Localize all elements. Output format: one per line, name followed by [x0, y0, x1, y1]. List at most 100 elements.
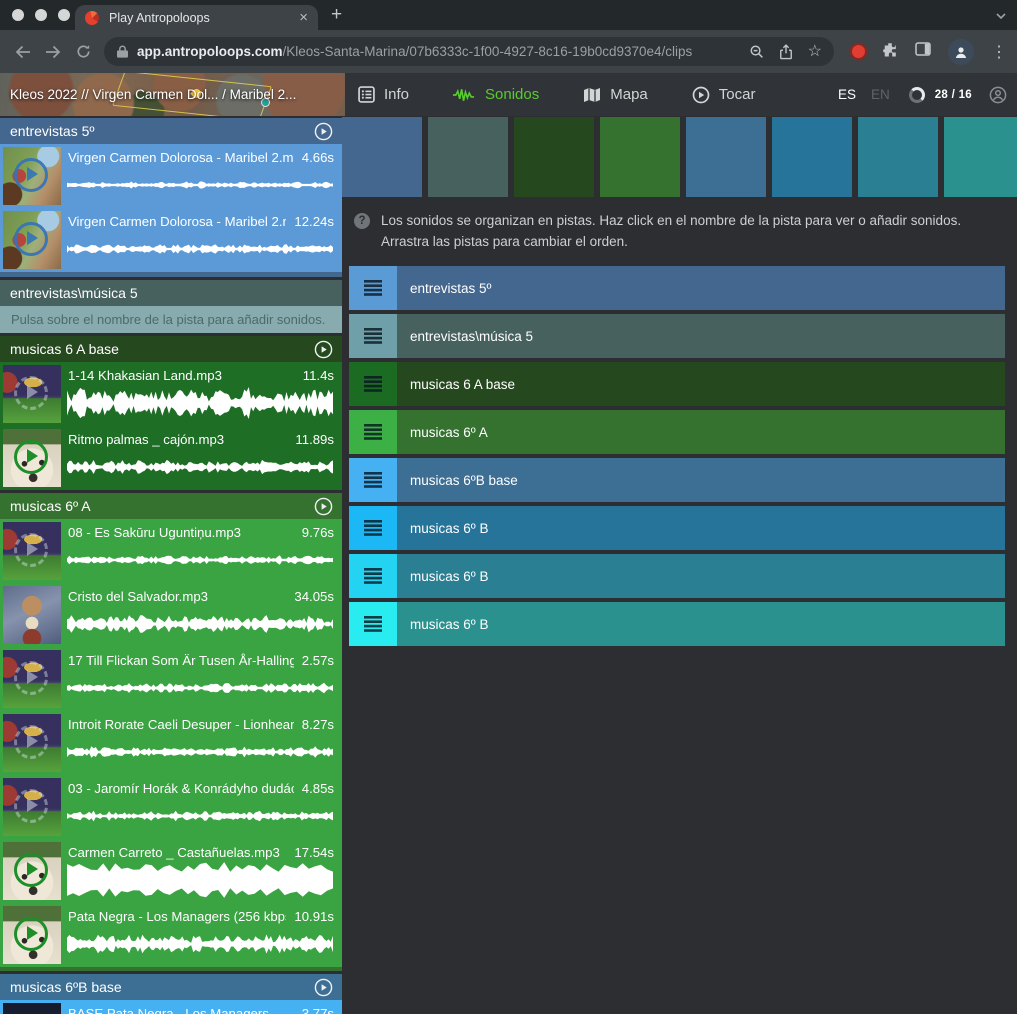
clip-filename[interactable]: Pata Negra - Los Managers (256 kbps).mp3: [68, 909, 286, 924]
clip-play-button-icon[interactable]: [14, 917, 48, 951]
minimize-window-icon[interactable]: [35, 9, 47, 21]
track-row[interactable]: musicas 6º B: [349, 602, 1005, 646]
nav-tab-info[interactable]: Info: [358, 86, 409, 103]
clip-filename[interactable]: Virgen Carmen Dolorosa - Maribel 2.mp3: [68, 150, 294, 165]
track-drag-handle-icon[interactable]: [349, 554, 397, 598]
track-name-button[interactable]: musicas 6º B: [397, 554, 1005, 598]
reload-icon[interactable]: [68, 37, 98, 67]
clip-play-button-icon[interactable]: [14, 533, 48, 567]
nav-tab-tocar[interactable]: Tocar: [692, 86, 756, 104]
clip-play-button-icon[interactable]: [14, 440, 48, 474]
clip-waveform[interactable]: [67, 230, 333, 268]
track-drag-handle-icon[interactable]: [349, 506, 397, 550]
sidebar-track-header[interactable]: entrevistas\música 5: [0, 280, 342, 306]
sound-clip[interactable]: Virgen Carmen Dolorosa - Maribel 2.mp34.…: [0, 144, 342, 208]
track-name-button[interactable]: musicas 6º B: [397, 506, 1005, 550]
sidebar-track-header[interactable]: musicas 6ºB base: [0, 974, 342, 1000]
clip-play-button-icon[interactable]: [14, 789, 48, 823]
track-drag-handle-icon[interactable]: [349, 314, 397, 358]
clip-play-button-icon[interactable]: [14, 222, 48, 256]
track-name-button[interactable]: musicas 6º A: [397, 410, 1005, 454]
side-panel-icon[interactable]: [915, 41, 931, 62]
language-en-button[interactable]: EN: [871, 87, 890, 102]
sound-clip[interactable]: Ritmo palmas _ cajón.mp311.89s: [0, 426, 342, 490]
track-color-square-7[interactable]: [858, 117, 938, 197]
recording-extension-icon[interactable]: [852, 45, 865, 58]
sound-clip[interactable]: 17 Till Flickan Som Är Tusen År-Halling …: [0, 647, 342, 711]
track-row[interactable]: musicas 6º B: [349, 554, 1005, 598]
track-name-button[interactable]: musicas 6ºB base: [397, 458, 1005, 502]
clip-waveform[interactable]: [67, 384, 333, 422]
clip-thumbnail[interactable]: [3, 211, 61, 269]
track-row[interactable]: entrevistas\música 5: [349, 314, 1005, 358]
track-name-button[interactable]: entrevistas\música 5: [397, 314, 1005, 358]
clip-thumbnail[interactable]: [3, 714, 61, 772]
sound-clip[interactable]: Carmen Carreto _ Castañuelas.mp317.54s: [0, 839, 342, 903]
clip-filename[interactable]: 03 - Jaromír Horák & Konrádyho dudácká .…: [68, 781, 294, 796]
forward-icon[interactable]: [38, 37, 68, 67]
clip-thumbnail[interactable]: [3, 429, 61, 487]
language-es-button[interactable]: ES: [838, 87, 856, 102]
bookmark-star-icon[interactable]: ☆: [808, 44, 822, 60]
clip-play-button-icon[interactable]: [14, 158, 48, 192]
clip-play-button-icon[interactable]: [14, 725, 48, 759]
extensions-puzzle-icon[interactable]: [882, 41, 898, 62]
clip-thumbnail[interactable]: [3, 778, 61, 836]
sidebar-track-header[interactable]: entrevistas 5º: [0, 118, 342, 144]
sidebar-track-header[interactable]: musicas 6 A base: [0, 336, 342, 362]
sound-clip[interactable]: 08 - Es Sakūru Uguntiņu.mp39.76s: [0, 519, 342, 583]
track-color-square-8[interactable]: [944, 117, 1017, 197]
browser-menu-kebab-icon[interactable]: ⋮: [991, 42, 1007, 62]
track-row[interactable]: musicas 6ºB base: [349, 458, 1005, 502]
browser-tab[interactable]: Play Antropoloops ×: [75, 5, 318, 30]
clip-filename[interactable]: 17 Till Flickan Som Är Tusen År-Halling …: [68, 653, 294, 668]
account-icon[interactable]: [989, 86, 1007, 104]
track-play-button-icon[interactable]: [314, 497, 333, 516]
clip-filename[interactable]: Ritmo palmas _ cajón.mp3: [68, 432, 287, 447]
clip-thumbnail[interactable]: [3, 1003, 61, 1014]
track-color-square-6[interactable]: [772, 117, 852, 197]
clip-filename[interactable]: Carmen Carreto _ Castañuelas.mp3: [68, 845, 286, 860]
clip-waveform[interactable]: [67, 925, 333, 963]
clip-thumbnail[interactable]: [3, 147, 61, 205]
clip-waveform[interactable]: [67, 448, 333, 486]
clip-waveform[interactable]: [67, 861, 333, 899]
tab-search-chevron-icon[interactable]: [995, 9, 1007, 27]
track-color-square-3[interactable]: [514, 117, 594, 197]
close-window-icon[interactable]: [12, 9, 24, 21]
track-row[interactable]: entrevistas 5º: [349, 266, 1005, 310]
clip-thumbnail[interactable]: [3, 906, 61, 964]
lock-icon[interactable]: [117, 45, 128, 58]
clip-waveform[interactable]: [67, 166, 333, 204]
track-color-square-4[interactable]: [600, 117, 680, 197]
sound-clip[interactable]: 03 - Jaromír Horák & Konrádyho dudácká .…: [0, 775, 342, 839]
zoom-level-icon[interactable]: [749, 44, 764, 59]
clip-play-button-icon[interactable]: [14, 661, 48, 695]
track-row[interactable]: musicas 6º A: [349, 410, 1005, 454]
clip-filename[interactable]: Cristo del Salvador.mp3: [68, 589, 286, 604]
track-play-button-icon[interactable]: [314, 122, 333, 141]
sound-clip[interactable]: Introit Rorate Caeli Desuper - Lionheart…: [0, 711, 342, 775]
clip-filename[interactable]: Virgen Carmen Dolorosa - Maribel 2.mp3: [68, 214, 286, 229]
sound-clip[interactable]: Pata Negra - Los Managers (256 kbps).mp3…: [0, 903, 342, 967]
clip-play-button-icon[interactable]: [14, 376, 48, 410]
clip-thumbnail[interactable]: [3, 522, 61, 580]
clip-filename[interactable]: BASE Pata Negra - Los Managers: [68, 1006, 294, 1014]
sound-clip[interactable]: BASE Pata Negra - Los Managers3.77s: [0, 1000, 342, 1014]
macos-traffic-lights[interactable]: [12, 9, 70, 21]
track-drag-handle-icon[interactable]: [349, 602, 397, 646]
track-drag-handle-icon[interactable]: [349, 410, 397, 454]
sidebar-track-header[interactable]: musicas 6º A: [0, 493, 342, 519]
clip-thumbnail[interactable]: [3, 842, 61, 900]
share-icon[interactable]: [779, 44, 793, 60]
track-play-button-icon[interactable]: [314, 978, 333, 997]
clip-waveform[interactable]: [67, 669, 333, 707]
zoom-window-icon[interactable]: [58, 9, 70, 21]
track-color-square-2[interactable]: [428, 117, 508, 197]
browser-profile-avatar[interactable]: [948, 39, 974, 65]
new-tab-button[interactable]: +: [331, 4, 342, 26]
track-name-button[interactable]: musicas 6º B: [397, 602, 1005, 646]
back-icon[interactable]: [8, 37, 38, 67]
sound-clip[interactable]: 1-14 Khakasian Land.mp311.4s: [0, 362, 342, 426]
track-name-button[interactable]: musicas 6 A base: [397, 362, 1005, 406]
